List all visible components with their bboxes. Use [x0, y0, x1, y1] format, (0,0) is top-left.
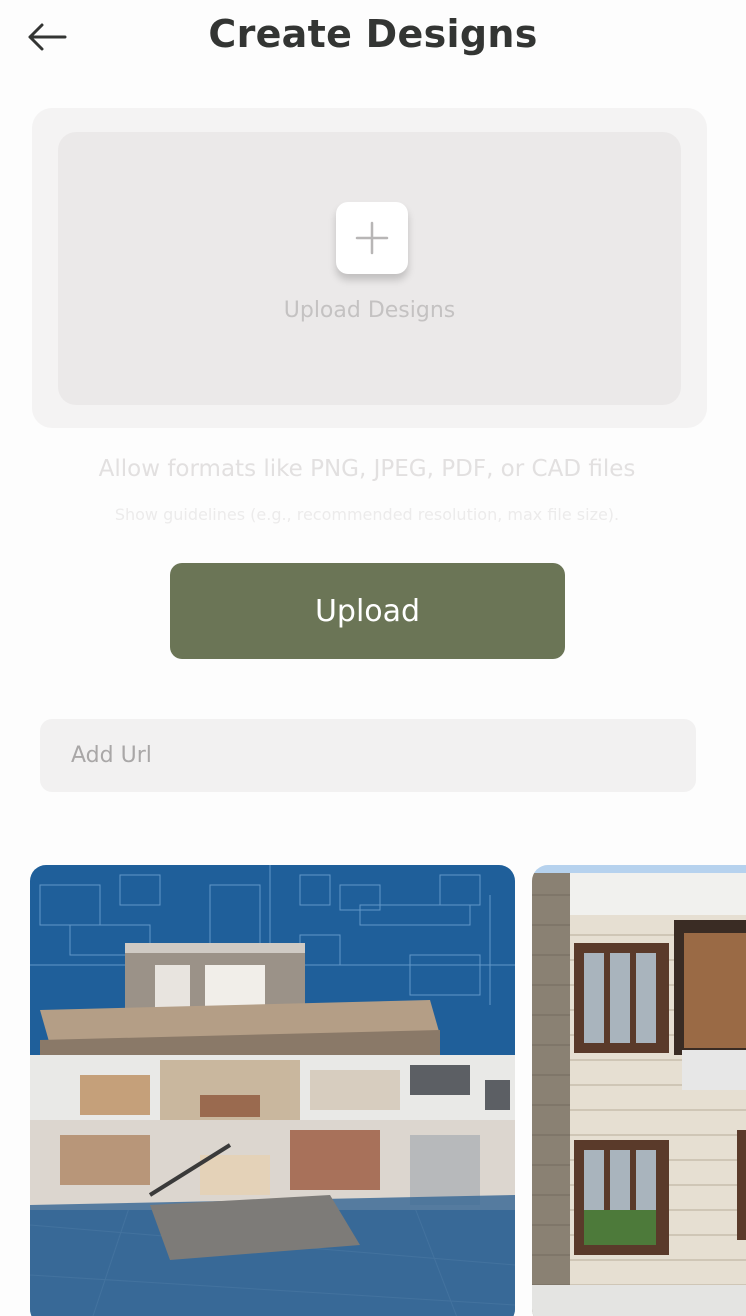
formats-hint: Allow formats like PNG, JPEG, PDF, or CA… [98, 456, 636, 482]
gallery-item[interactable] [30, 865, 515, 1316]
design-gallery [0, 865, 746, 1316]
add-design-button[interactable] [336, 202, 408, 274]
house-facade-image [532, 865, 746, 1316]
gallery-item[interactable] [532, 865, 746, 1316]
url-input[interactable] [69, 742, 673, 769]
upload-drop-zone[interactable]: Upload Designs [58, 132, 681, 405]
url-field[interactable] [40, 719, 696, 792]
guidelines-hint: Show guidelines (e.g., recommended resol… [114, 505, 620, 524]
house-cutaway-image [30, 865, 515, 1316]
upload-button[interactable]: Upload [170, 563, 565, 659]
plus-icon [355, 221, 389, 255]
upload-designs-label: Upload Designs [283, 298, 456, 323]
page-title: Create Designs [208, 12, 538, 56]
upload-card: Upload Designs [32, 108, 707, 428]
header: Create Designs [0, 0, 746, 80]
